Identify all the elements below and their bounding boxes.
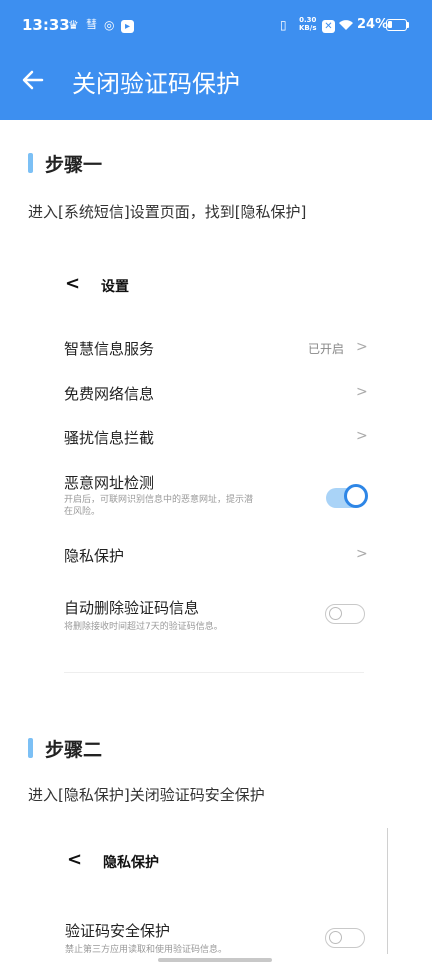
wifi-icon [338,18,354,34]
home-indicator[interactable] [158,958,272,962]
status-time: 13:33 [22,16,70,34]
net-speed-unit: KB/s [299,24,317,32]
screenshot-back-icon: < [67,849,83,870]
step1-description: 进入[系统短信]设置页面，找到[隐私保护] [28,203,307,221]
network-speed: 0.30 KB/s [299,16,316,32]
screenshot-back-icon: < [65,273,81,294]
step2-title: 步骤二 [45,738,103,761]
row-code-protect-sub: 禁止第三方应用读取和使用验证码信息。 [65,945,228,955]
step1-heading: 步骤一 [28,151,103,176]
step2-heading: 步骤二 [28,736,103,761]
row-smart-info-value: 已开启 [308,342,345,356]
page-title: 关闭验证码保护 [72,70,240,98]
step1-title: 步骤一 [45,153,103,176]
no-sim-icon: ✕ [322,18,335,33]
battery-tip [407,22,409,28]
row-spam-block-label: 骚扰信息拦截 [64,429,155,447]
row-malicious-url-sub2: 在风险。 [64,507,101,517]
chevron-right-icon: > [356,428,368,444]
battery-percent: 24% [357,17,389,32]
row-malicious-url-sub1: 开启后，可联网识别信息中的恶意网址，提示潜 [64,495,254,505]
step2-description: 进入[隐私保护]关闭验证码安全保护 [28,786,265,804]
row-privacy-label: 隐私保护 [64,547,125,565]
status-bar: 13:33 ♛ 彗 ◎ ▸ ▯ 0.30 KB/s ✕ 24% [0,0,432,50]
crown-icon: ♛ [68,18,79,32]
row-auto-delete-sub: 将删除接收时间超过7天的验证码信息。 [64,622,223,632]
chevron-right-icon: > [356,384,368,400]
app-notification-icon: 彗 [86,18,97,31]
row-smart-info-label: 智慧信息服务 [64,340,155,358]
step-marker [28,153,33,173]
vibrate-icon: ▯ [280,18,287,32]
chevron-right-icon: > [356,339,368,355]
row-auto-delete-label: 自动删除验证码信息 [64,599,200,617]
back-arrow-icon[interactable] [20,66,48,94]
code-protect-toggle [325,928,365,948]
scrollbar [387,828,388,954]
row-free-network-label: 免费网络信息 [64,385,155,403]
play-icon: ▸ [121,18,134,33]
auto-delete-toggle [325,604,365,624]
screenshot-settings-title: 设置 [101,279,129,295]
leaf-icon: ◎ [104,18,115,32]
net-speed-value: 0.30 [299,16,317,24]
app-header: 13:33 ♛ 彗 ◎ ▸ ▯ 0.30 KB/s ✕ 24% 关闭验证码保护 [0,0,432,120]
battery-icon [386,19,407,31]
divider [64,672,364,673]
chevron-right-icon: > [356,546,368,562]
malicious-url-toggle [326,484,368,508]
row-code-protect-label: 验证码安全保护 [65,922,171,940]
row-malicious-url-label: 恶意网址检测 [64,474,155,492]
step-marker [28,738,33,758]
screenshot-privacy-title: 隐私保护 [103,855,159,871]
